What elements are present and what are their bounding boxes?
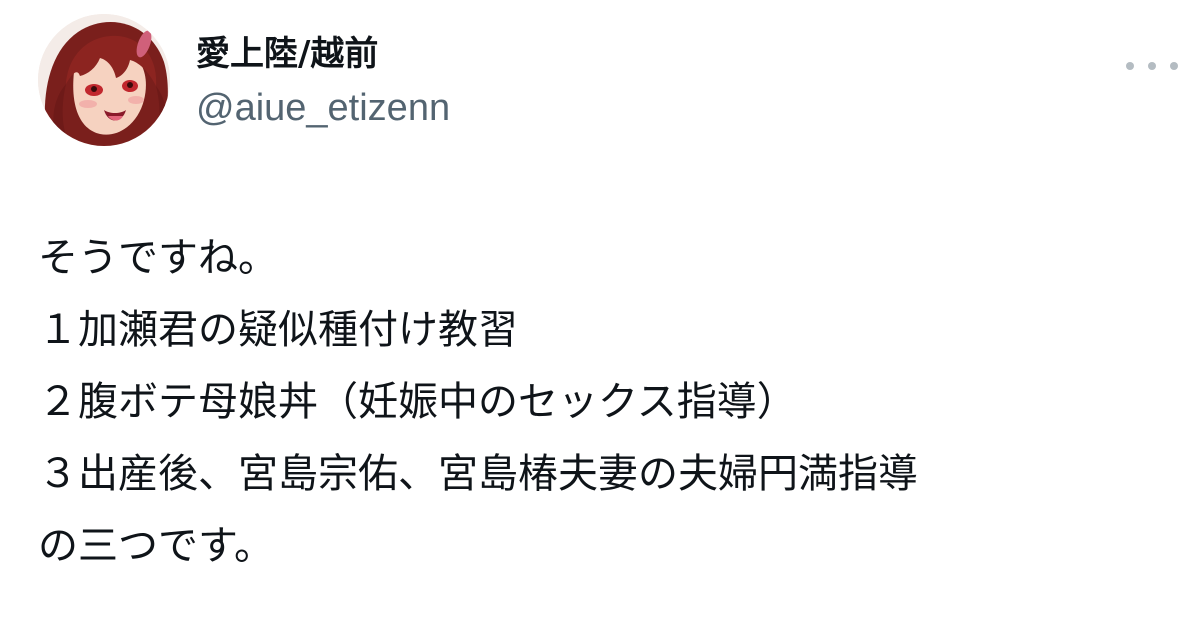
more-horizontal-icon — [1126, 62, 1134, 70]
more-horizontal-icon — [1148, 62, 1156, 70]
tweet-text-line: ２腹ボテ母娘丼（妊娠中のセックス指導） — [38, 379, 797, 425]
avatar[interactable] — [38, 14, 170, 146]
more-horizontal-icon — [1170, 62, 1178, 70]
avatar-image — [38, 14, 170, 146]
tweet-text-line: そうですね。 — [38, 235, 278, 281]
tweet-text-line: の三つです。 — [38, 523, 274, 569]
tweet-text-line: １加瀬君の疑似種付け教習 — [38, 307, 518, 353]
tweet-card: 愛上陸/越前 @aiue_etizenn そうですね。 １加瀬君の疑似種付け教習… — [0, 0, 1179, 618]
author-names: 愛上陸/越前 @aiue_etizenn — [196, 32, 450, 130]
more-options-button[interactable] — [1126, 52, 1178, 80]
tweet-text: そうですね。 １加瀬君の疑似種付け教習 ２腹ボテ母娘丼（妊娠中のセックス指導） … — [38, 222, 1148, 582]
tweet-text-line: ３出産後、宮島宗佑、宮島椿夫妻の夫婦円満指導 — [38, 451, 918, 497]
display-name[interactable]: 愛上陸/越前 — [196, 32, 450, 76]
user-handle[interactable]: @aiue_etizenn — [196, 86, 450, 130]
tweet-header: 愛上陸/越前 @aiue_etizenn — [38, 14, 1178, 149]
